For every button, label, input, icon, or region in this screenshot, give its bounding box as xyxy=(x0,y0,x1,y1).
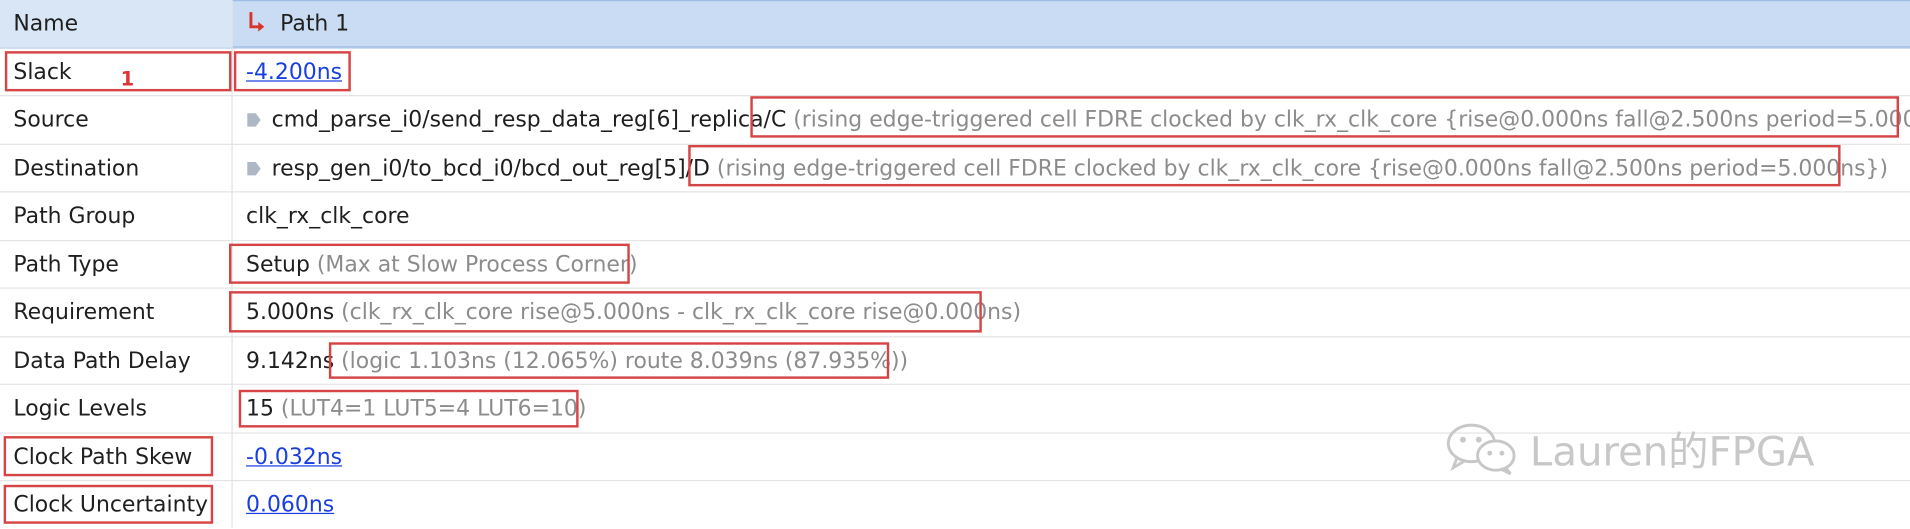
logic-levels-value: 15 (LUT4=1 LUT5=4 LUT6=10) xyxy=(246,385,586,433)
slack-value-link[interactable]: -4.200ns xyxy=(246,48,342,96)
logic-levels-main: 15 xyxy=(246,395,274,422)
path-group-label: Path Group xyxy=(13,203,136,230)
requirement-value: 5.000ns (clk_rx_clk_core rise@5.000ns - … xyxy=(246,289,1021,337)
row-destination: Destination resp_gen_i0/to_bcd_i0/bcd_ou… xyxy=(0,144,1910,193)
destination-pin-end[interactable]: D xyxy=(693,155,710,181)
data-path-delay-label: Data Path Delay xyxy=(13,347,191,374)
row-clock-uncertainty: Clock Uncertainty 0.060ns xyxy=(0,481,1910,529)
path-type-label: Path Type xyxy=(13,251,119,278)
path-group-value: clk_rx_clk_core xyxy=(246,203,410,230)
path-properties-table: Name Path 1 Slack -4.200ns Source cmd_pa… xyxy=(0,0,1910,529)
logic-levels-label: Logic Levels xyxy=(13,395,147,422)
source-pin-end[interactable]: C xyxy=(771,107,786,133)
source-pin-path[interactable]: cmd_parse_i0/send_resp_data_reg[6]_repli… xyxy=(272,107,771,133)
logic-levels-detail: (LUT4=1 LUT5=4 LUT6=10) xyxy=(273,395,587,422)
data-path-delay-detail: (logic 1.103ns (12.065%) route 8.039ns (… xyxy=(334,347,909,374)
data-path-delay-value: 9.142ns (logic 1.103ns (12.065%) route 8… xyxy=(246,337,908,385)
header-name-label: Name xyxy=(13,10,79,37)
row-path-group: Path Group clk_rx_clk_core xyxy=(0,192,1910,241)
row-requirement: Requirement 5.000ns (clk_rx_clk_core ris… xyxy=(0,289,1910,337)
row-slack: Slack -4.200ns xyxy=(0,48,1910,97)
watermark: Lauren的FPGA xyxy=(1445,421,1815,476)
path-type-main: Setup xyxy=(246,251,310,278)
header-row: Name Path 1 xyxy=(0,0,1910,49)
requirement-detail: (clk_rx_clk_core rise@5.000ns - clk_rx_c… xyxy=(334,299,1022,326)
annotation-number: 1 xyxy=(120,66,135,91)
row-source: Source cmd_parse_i0/send_resp_data_reg[6… xyxy=(0,96,1910,145)
requirement-main: 5.000ns xyxy=(246,299,335,326)
data-path-delay-main: 9.142ns xyxy=(246,347,335,374)
column-separator xyxy=(231,0,233,528)
row-path-type: Path Type Setup (Max at Slow Process Cor… xyxy=(0,241,1910,289)
destination-value: resp_gen_i0/to_bcd_i0/bcd_out_reg[5]/D (… xyxy=(246,144,1888,192)
slack-label: Slack xyxy=(13,59,72,85)
destination-pin-path[interactable]: resp_gen_i0/to_bcd_i0/bcd_out_reg[5]/ xyxy=(272,155,693,181)
path-type-value: Setup (Max at Slow Process Corner) xyxy=(246,241,637,289)
source-label: Source xyxy=(13,107,89,133)
watermark-text: Lauren的FPGA xyxy=(1529,427,1815,476)
row-data-path-delay: Data Path Delay 9.142ns (logic 1.103ns (… xyxy=(0,337,1910,385)
path-icon xyxy=(246,0,268,48)
clock-path-skew-link[interactable]: -0.032ns xyxy=(246,433,342,481)
pin-icon xyxy=(247,113,261,127)
source-value: cmd_parse_i0/send_resp_data_reg[6]_repli… xyxy=(246,96,1910,144)
destination-label: Destination xyxy=(13,155,140,181)
destination-clock-detail: (rising edge-triggered cell FDRE clocked… xyxy=(709,155,1889,181)
pin-icon xyxy=(247,161,261,175)
header-selected-cell[interactable] xyxy=(232,0,1910,48)
clock-path-skew-label: Clock Path Skew xyxy=(13,443,193,470)
path-type-detail: (Max at Slow Process Corner) xyxy=(309,251,638,278)
requirement-label: Requirement xyxy=(13,299,155,326)
path-title: Path 1 xyxy=(280,10,350,37)
wechat-icon xyxy=(1446,423,1516,476)
clock-uncertainty-link[interactable]: 0.060ns xyxy=(246,481,334,529)
source-clock-detail: (rising edge-triggered cell FDRE clocked… xyxy=(786,107,1910,133)
clock-uncertainty-label: Clock Uncertainty xyxy=(13,492,209,518)
